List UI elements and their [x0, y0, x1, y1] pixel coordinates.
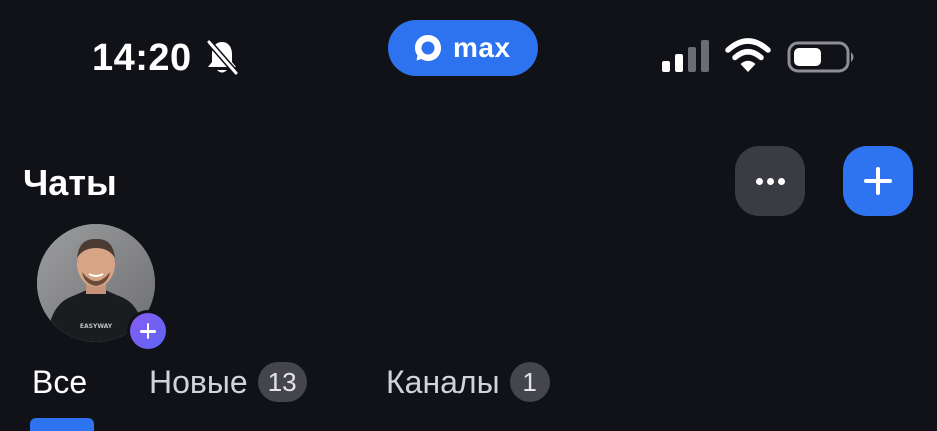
more-dots-icon	[756, 178, 763, 185]
more-options-button[interactable]	[735, 146, 805, 216]
tab-label: Все	[32, 363, 88, 400]
status-time: 14:20	[92, 37, 192, 79]
battery-icon	[787, 41, 854, 73]
active-tab-indicator	[30, 418, 94, 431]
page-title: Чаты	[23, 162, 117, 203]
new-chat-button[interactable]	[843, 146, 913, 216]
tab-new[interactable]: Новые 13	[149, 362, 307, 402]
tab-channels[interactable]: Каналы 1	[386, 362, 550, 402]
max-app-pill[interactable]: max	[388, 20, 538, 76]
add-story-button[interactable]	[127, 310, 169, 352]
plus-icon	[130, 313, 166, 349]
max-label: max	[453, 32, 511, 63]
tab-all[interactable]: Все	[32, 362, 87, 402]
bell-off-icon	[206, 39, 239, 76]
tab-label: Каналы	[386, 363, 500, 400]
chats-screen: 14:20 max Чаты EASYWAY Все Новые 13 Кана…	[0, 0, 937, 431]
max-logo-icon	[415, 35, 441, 61]
cellular-signal-icon	[662, 40, 709, 72]
unread-count-badge: 1	[509, 362, 550, 402]
unread-count-badge: 13	[257, 362, 307, 402]
wifi-icon	[725, 38, 771, 72]
avatar-shirt-text: EASYWAY	[80, 323, 113, 330]
tab-label: Новые	[149, 363, 248, 400]
